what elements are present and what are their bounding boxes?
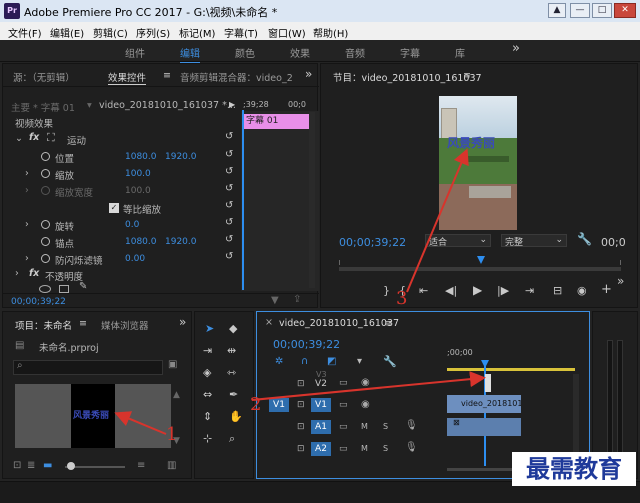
- annotation-arrows: [114, 148, 486, 435]
- annotation-3: 3: [396, 288, 408, 309]
- annotation-1: 1: [166, 424, 178, 445]
- arrow-2: [251, 371, 486, 401]
- watermark: 最需教育: [512, 452, 636, 486]
- arrow-3: [406, 148, 469, 293]
- arrow-1: [114, 411, 167, 435]
- annotation-2: 2: [250, 394, 262, 415]
